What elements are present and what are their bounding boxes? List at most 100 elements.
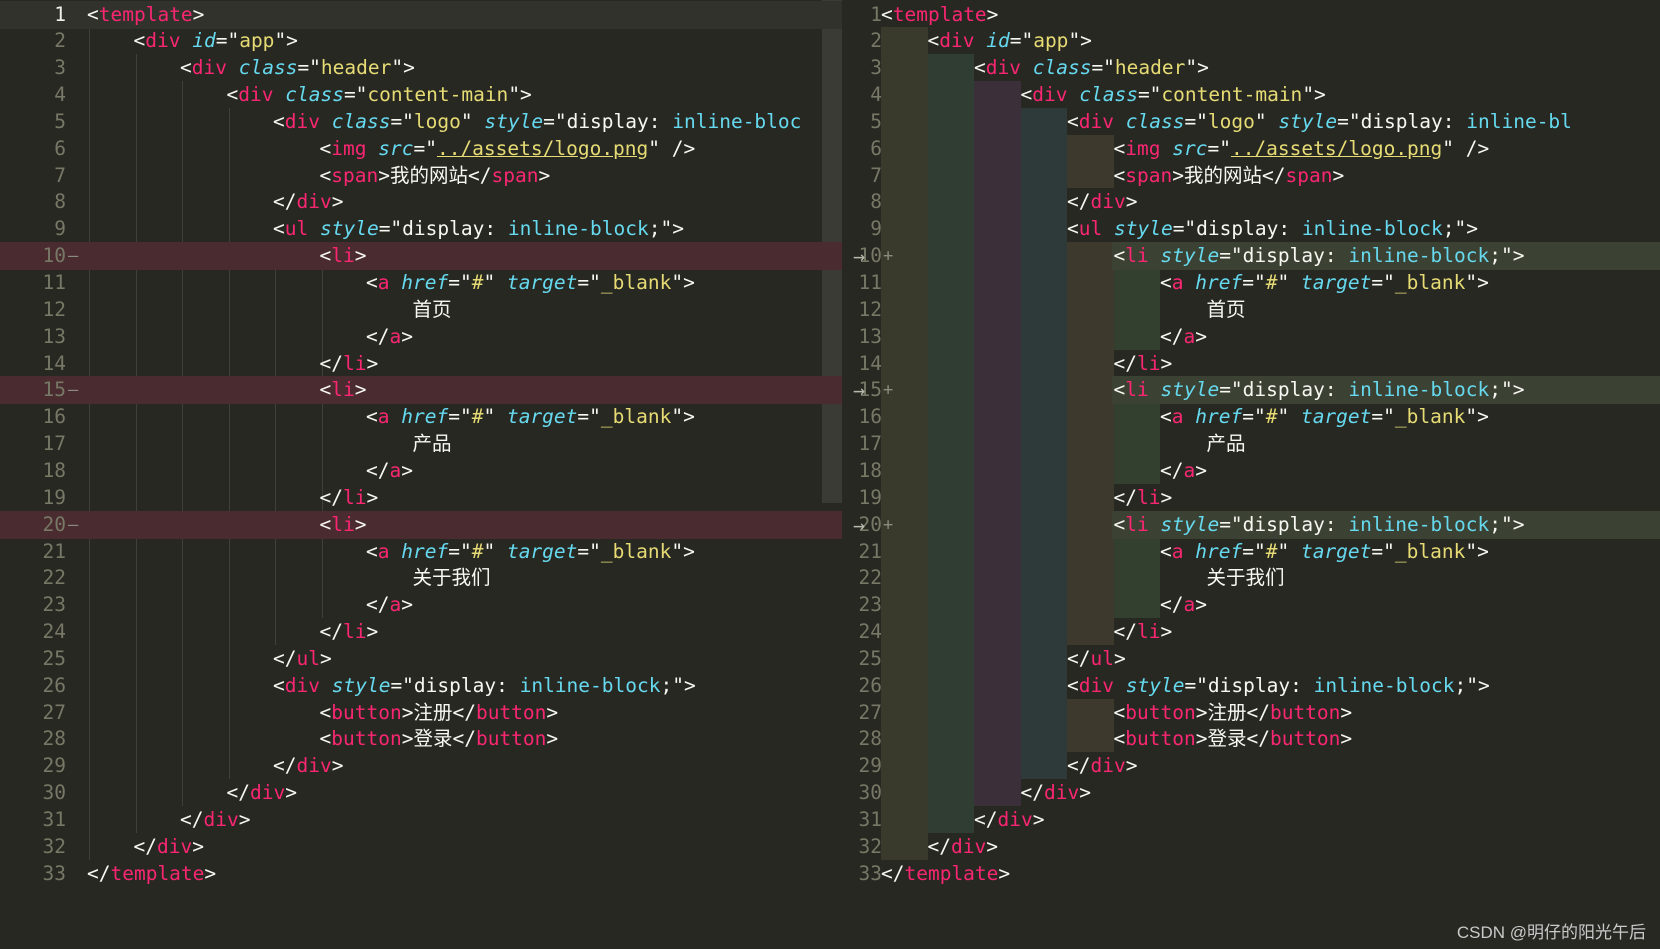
token-punctuation: > <box>354 378 367 402</box>
code-text: <button>登录</button> <box>320 725 559 753</box>
token-text-content: 首页 <box>412 297 452 321</box>
code-line[interactable]: 33 </template> <box>842 860 1660 888</box>
code-line[interactable]: 1 <template> <box>842 1 1660 29</box>
code-line[interactable]: 16 <a href="#" target="_blank"> <box>0 403 842 431</box>
code-line[interactable]: 24 </li> <box>842 618 1660 646</box>
code-line[interactable]: 14 </li> <box>842 350 1660 378</box>
code-line[interactable]: 3 <div class="header"> <box>842 54 1660 82</box>
code-line[interactable]: 17 产品 <box>0 430 842 458</box>
code-line[interactable]: 6 <img src="../assets/logo.png" /> <box>0 135 842 163</box>
code-line[interactable]: 16 <a href="#" target="_blank"> <box>842 403 1660 431</box>
code-line[interactable]: 31 </div> <box>842 806 1660 834</box>
code-line[interactable]: 19 </li> <box>842 484 1660 512</box>
code-line[interactable]: 10— <li> <box>0 242 842 271</box>
code-line[interactable]: 33 </template> <box>0 860 842 888</box>
token-punctuation: > <box>546 727 559 751</box>
code-line[interactable]: 32 </div> <box>0 833 842 861</box>
code-line[interactable]: 5 <div class="logo" style="display: inlin… <box>842 108 1660 136</box>
code-line[interactable]: 28 <button>登录</button> <box>0 725 842 753</box>
code-line[interactable]: 23 </a> <box>0 591 842 619</box>
code-line[interactable]: 15— <li> <box>0 376 842 405</box>
code-line[interactable]: 25 </ul> <box>0 645 842 673</box>
code-line[interactable]: 22 关于我们 <box>0 564 842 592</box>
token-punctuation: < <box>366 405 378 429</box>
code-line[interactable]: 30 </div> <box>0 779 842 807</box>
token-punctuation: ;"> <box>660 673 696 697</box>
code-line[interactable]: 22 关于我们 <box>842 564 1660 592</box>
code-line[interactable]: 29 </div> <box>0 752 842 780</box>
token-punctuation: </ <box>1113 351 1137 375</box>
code-line[interactable]: 1 <template> <box>0 0 842 29</box>
token-string-value: app <box>1033 29 1069 53</box>
token-punctuation: > <box>546 700 559 724</box>
code-line[interactable]: 15 + <li style="display: inline-block;"> <box>859 376 1660 405</box>
code-line[interactable]: 29 </div> <box>842 752 1660 780</box>
code-line[interactable]: 9 <ul style="display: inline-block;"> <box>0 215 842 243</box>
right-editor-pane[interactable]: 1 <template> 2 <div id="app"> 3 <div class="h… <box>842 0 1660 949</box>
code-line[interactable]: 26 <div style="display: inline-block;"> <box>0 672 842 700</box>
code-line[interactable]: 13 </a> <box>842 323 1660 351</box>
arrow-right-icon[interactable]: → <box>842 511 876 539</box>
token-punctuation: </ <box>1160 458 1184 482</box>
code-line[interactable]: 21 <a href="#" target="_blank"> <box>842 538 1660 566</box>
code-line[interactable]: 14 </li> <box>0 350 842 378</box>
token-punctuation: =" <box>543 109 567 133</box>
code-line[interactable]: 27 <button>注册</button> <box>0 699 842 727</box>
code-line[interactable]: 24 </li> <box>0 618 842 646</box>
code-line[interactable]: 9 <ul style="display: inline-block;"> <box>842 215 1660 243</box>
token-punctuation: " <box>483 539 496 563</box>
code-line[interactable]: 17 产品 <box>842 430 1660 458</box>
code-line[interactable]: 28 <button>登录</button> <box>842 725 1660 753</box>
code-line[interactable]: 27 <button>注册</button> <box>842 699 1660 727</box>
code-line[interactable]: 12 首页 <box>842 296 1660 324</box>
code-line[interactable]: 4 <div class="content-main"> <box>0 81 842 109</box>
token-tag-name: a <box>377 271 390 294</box>
code-line[interactable]: 20— <li> <box>0 510 842 539</box>
code-line[interactable]: 25 </ul> <box>842 645 1660 673</box>
arrow-right-icon[interactable]: → <box>842 376 876 404</box>
code-line[interactable]: 3 <div class="header"> <box>0 54 842 82</box>
line-number: 7 <box>870 163 882 187</box>
code-line[interactable]: 11 <a href="#" target="_blank"> <box>0 269 842 297</box>
token-punctuation: =" <box>390 109 414 133</box>
code-line[interactable]: 31 </div> <box>0 806 842 834</box>
code-line[interactable]: 32 </div> <box>842 833 1660 861</box>
code-line[interactable]: 19 </li> <box>0 484 842 512</box>
token-punctuation: "> <box>671 271 695 294</box>
code-line[interactable]: 7 <span>我的网站</span> <box>842 162 1660 190</box>
code-line[interactable]: 8 </div> <box>842 188 1660 216</box>
code-line[interactable]: 7 <span>我的网站</span> <box>0 162 842 190</box>
code-line[interactable]: 11 <a href="#" target="_blank"> <box>842 269 1660 297</box>
code-line[interactable]: 30 </div> <box>842 779 1660 807</box>
code-line[interactable]: 4 <div class="content-main"> <box>842 81 1660 109</box>
code-line[interactable]: 18 </a> <box>842 457 1660 485</box>
token-attribute-name: class <box>1032 56 1092 80</box>
code-line[interactable]: 8 </div> <box>0 188 842 216</box>
code-line[interactable]: 18 </a> <box>0 457 842 485</box>
code-line[interactable]: 2 <div id="app"> <box>842 27 1660 55</box>
line-number: 4 <box>870 83 882 107</box>
token-attribute-name: style <box>1160 378 1220 402</box>
code-line[interactable]: 6 <img src="../assets/logo.png" /> <box>842 135 1660 163</box>
code-line[interactable]: 13 </a> <box>0 323 842 351</box>
code-line[interactable]: 10 + <li style="display: inline-block;"> <box>859 242 1660 271</box>
code-line[interactable]: 2 <div id="app"> <box>0 27 842 55</box>
line-number: 18 <box>42 458 66 482</box>
code-line[interactable]: 5 <div class="logo" style="display: inlin… <box>0 108 842 136</box>
token-text-content: 登录 <box>1207 727 1247 751</box>
arrow-right-icon[interactable]: → <box>842 242 876 270</box>
token-punctuation: > <box>986 834 998 858</box>
token-punctuation: </ <box>366 593 390 617</box>
code-line[interactable]: 12 首页 <box>0 296 842 324</box>
token-punctuation: < <box>1067 109 1079 133</box>
code-line[interactable]: 23 </a> <box>842 591 1660 619</box>
code-line[interactable]: 26 <div style="display: inline-block;"> <box>842 672 1660 700</box>
token-punctuation: < <box>1160 271 1172 294</box>
left-editor-pane[interactable]: 1 <template> 2 <div id="app"> 3 <div class="h… <box>0 0 842 949</box>
token-css-value: inline-bloc <box>672 109 802 133</box>
token-whitespace <box>495 271 507 294</box>
token-tag-name: div <box>997 808 1033 831</box>
code-line[interactable]: 20 + <li style="display: inline-block;"> <box>859 510 1660 539</box>
token-punctuation: </ <box>273 646 297 670</box>
code-line[interactable]: 21 <a href="#" target="_blank"> <box>0 538 842 566</box>
